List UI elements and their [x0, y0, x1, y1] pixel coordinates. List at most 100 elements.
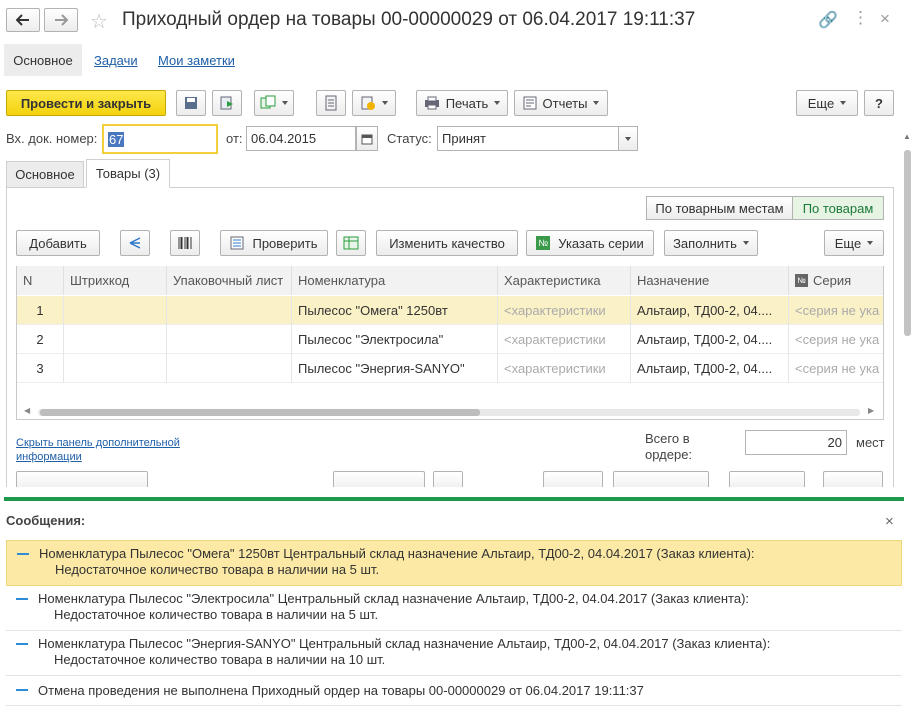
nav-tab-notes[interactable]: Мои заметки [158, 53, 235, 68]
messages-divider[interactable] [4, 497, 904, 501]
nav-tab-main[interactable]: Основное [4, 44, 82, 76]
footer-button-4[interactable] [543, 471, 603, 487]
status-field[interactable]: Принят [437, 126, 619, 151]
cell-barcode[interactable] [64, 354, 167, 383]
cell-series[interactable]: <серия не ука [789, 354, 883, 383]
unit-label: мест [856, 435, 885, 450]
footer-button-3[interactable] [433, 471, 463, 487]
doc-number-label: Вх. док. номер: [6, 131, 98, 146]
attachments-button[interactable] [352, 90, 396, 116]
footer-button-5[interactable] [613, 471, 709, 487]
cell-nomenclature[interactable]: Пылесос "Энергия-SANYO" [292, 354, 498, 383]
cell-nomenclature[interactable]: Пылесос "Электросила" [292, 325, 498, 354]
cell-purpose[interactable]: Альтаир, ТД00-2, 04.... [631, 354, 789, 383]
table-hscroll-right-icon[interactable]: ▶ [868, 406, 874, 415]
help-button[interactable]: ? [864, 90, 894, 116]
chevron-down-icon [625, 136, 631, 141]
cell-n[interactable]: 2 [17, 325, 64, 354]
fill-button[interactable]: Заполнить [664, 230, 758, 256]
tab-main[interactable]: Основное [6, 161, 84, 187]
cell-purpose[interactable]: Альтаир, ТД00-2, 04.... [631, 296, 789, 325]
add-button[interactable]: Добавить [16, 230, 100, 256]
form-scrollbar-thumb[interactable] [904, 150, 911, 336]
total-label: Всего в ордере: [645, 431, 692, 463]
cell-n[interactable]: 1 [17, 296, 64, 325]
table-view-button[interactable] [336, 230, 366, 256]
cell-series[interactable]: <серия не ука [789, 325, 883, 354]
back-button[interactable] [6, 8, 40, 32]
more-label: Еще [807, 95, 835, 111]
tab-goods[interactable]: Товары (3) [86, 159, 170, 188]
table-hscroll-thumb[interactable] [40, 409, 480, 416]
cell-characteristic[interactable]: <характеристики [498, 354, 631, 383]
footer-button-1[interactable] [16, 471, 148, 487]
reports-button[interactable]: Отчеты [514, 90, 608, 116]
save-button[interactable] [176, 90, 206, 116]
split-icon [129, 237, 141, 249]
doc-number-field[interactable]: 67 [102, 124, 218, 154]
messages-close-icon[interactable]: × [885, 513, 894, 530]
col-header-packing-list[interactable]: Упаковочный лист [167, 266, 292, 295]
col-header-barcode[interactable]: Штрихкод [64, 266, 167, 295]
cell-series[interactable]: <серия не ука [789, 296, 883, 325]
message-item[interactable]: Номенклатура Пылесос "Электросила" Центр… [6, 586, 902, 631]
print-button[interactable]: Печать [416, 90, 508, 116]
cell-packing-list[interactable] [167, 296, 292, 325]
nav-tab-tasks[interactable]: Задачи [94, 53, 138, 68]
cell-nomenclature[interactable]: Пылесос "Омега" 1250вт [292, 296, 498, 325]
specify-series-button[interactable]: № Указать серии [526, 230, 654, 256]
col-header-nomenclature[interactable]: Номенклатура [292, 266, 498, 295]
cell-characteristic[interactable]: <характеристики [498, 325, 631, 354]
col-header-n[interactable]: N [17, 266, 64, 295]
form-scrollbar[interactable]: ▲ [902, 132, 912, 488]
footer-button-7[interactable] [823, 471, 883, 487]
total-value: 20 [827, 435, 842, 450]
forward-button[interactable] [44, 8, 78, 32]
change-quality-button[interactable]: Изменить качество [376, 230, 518, 256]
more-vertical-icon[interactable]: ⋮ [852, 8, 869, 28]
message-item[interactable]: Номенклатура Пылесос "Омега" 1250вт Цент… [6, 540, 902, 586]
table-hscroll-left-icon[interactable]: ◀ [24, 406, 30, 415]
message-line1: Номенклатура Пылесос "Электросила" Центр… [38, 591, 750, 606]
cell-characteristic[interactable]: <характеристики [498, 296, 631, 325]
message-line1: Номенклатура Пылесос "Омега" 1250вт Цент… [39, 546, 755, 561]
col-header-series[interactable]: № Серия [789, 266, 883, 295]
attachment-icon [361, 96, 375, 110]
check-label: Проверить [252, 235, 318, 251]
post-and-close-button[interactable]: Провести и закрыть [6, 90, 166, 116]
close-window-icon[interactable]: × [880, 9, 890, 29]
footer-button-2[interactable] [333, 471, 425, 487]
view-by-goods-button[interactable]: По товарам [793, 197, 883, 219]
scroll-up-icon[interactable]: ▲ [903, 132, 911, 141]
footer-button-6[interactable] [729, 471, 805, 487]
check-button[interactable]: Проверить [220, 230, 328, 256]
cell-barcode[interactable] [64, 296, 167, 325]
date-field[interactable]: 06.04.2015 [246, 126, 356, 151]
favorite-star-icon[interactable]: ☆ [90, 9, 108, 34]
status-dropdown-button[interactable] [618, 126, 638, 151]
structure-button[interactable] [316, 90, 346, 116]
view-by-places-button[interactable]: По товарным местам [647, 197, 793, 219]
cell-barcode[interactable] [64, 325, 167, 354]
barcode-button[interactable] [170, 230, 200, 256]
col-header-characteristic[interactable]: Характеристика [498, 266, 631, 295]
total-label-line1: Всего в [645, 431, 690, 446]
cell-purpose[interactable]: Альтаир, ТД00-2, 04.... [631, 325, 789, 354]
hide-panel-link-line2: информации [16, 451, 82, 463]
more-button[interactable]: Еще [796, 90, 858, 116]
split-line-button[interactable] [120, 230, 150, 256]
cell-n[interactable]: 3 [17, 354, 64, 383]
create-based-on-button[interactable] [254, 90, 294, 116]
message-item[interactable]: Отмена проведения не выполнена Приходный… [6, 676, 902, 706]
hide-panel-link[interactable]: Скрыть панель дополнительной информации [16, 436, 180, 464]
cell-packing-list[interactable] [167, 325, 292, 354]
link-icon[interactable]: 🔗 [818, 10, 838, 30]
message-item[interactable]: Номенклатура Пылесос "Энергия-SANYO" Цен… [6, 631, 902, 676]
message-dash-icon [16, 689, 28, 691]
table-more-button[interactable]: Еще [824, 230, 884, 256]
post-button[interactable] [212, 90, 242, 116]
calendar-button[interactable] [356, 126, 378, 151]
series-col-icon: № [795, 274, 808, 287]
col-header-purpose[interactable]: Назначение [631, 266, 789, 295]
cell-packing-list[interactable] [167, 354, 292, 383]
